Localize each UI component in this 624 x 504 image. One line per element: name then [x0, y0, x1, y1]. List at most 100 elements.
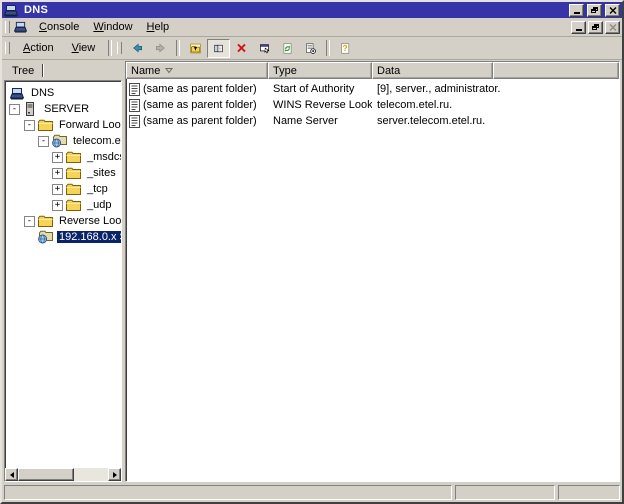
scroll-right-button[interactable]	[108, 468, 121, 481]
toolbar-separator	[176, 40, 180, 56]
show-hide-console-tree-button[interactable]	[207, 39, 230, 58]
tree-item-label: _tcp	[85, 183, 110, 195]
record-name: (same as parent folder)	[143, 83, 257, 95]
tree-item-udp[interactable]: + _udp	[5, 197, 121, 213]
delete-icon	[236, 41, 247, 55]
delete-button[interactable]	[230, 39, 253, 58]
refresh-button[interactable]	[276, 39, 299, 58]
back-icon	[132, 40, 143, 56]
sort-indicator-icon	[165, 67, 173, 74]
scroll-left-button[interactable]	[5, 468, 18, 481]
svg-text:?: ?	[343, 44, 348, 53]
folder-icon	[66, 150, 82, 164]
folder-icon	[66, 198, 82, 212]
expand-icon[interactable]: +	[52, 168, 63, 179]
collapse-icon[interactable]: -	[24, 120, 35, 131]
window-title: DNS	[24, 4, 566, 16]
tree-item-telecom-zone[interactable]: - telecom.etel.r	[5, 133, 121, 149]
tree-item-label: _udp	[85, 199, 113, 211]
expand-icon[interactable]: +	[52, 152, 63, 163]
scroll-right-icon	[113, 472, 120, 478]
child-restore-button[interactable]	[588, 21, 603, 34]
status-bar	[2, 482, 622, 502]
tree-item-label: telecom.etel.r	[71, 135, 122, 147]
status-pane-3	[558, 485, 620, 500]
restore-button[interactable]	[587, 4, 602, 17]
tree-view: DNS - SERVER - Forward Lookup Z - teleco…	[4, 80, 122, 482]
toolbar-separator	[108, 40, 112, 56]
column-header-type[interactable]: Type	[268, 62, 372, 79]
help-button[interactable]: ?	[334, 39, 357, 58]
properties-icon	[259, 41, 270, 56]
status-pane-2	[455, 485, 555, 500]
collapse-icon[interactable]: -	[24, 216, 35, 227]
record-type: WINS Reverse Lookup	[268, 99, 372, 111]
expand-icon[interactable]: +	[52, 200, 63, 211]
minimize-icon	[574, 12, 580, 14]
tree-item-reverse-zone-selected[interactable]: 192.168.0.x S	[5, 229, 121, 245]
zone-icon	[38, 230, 54, 244]
tree-item-label: _sites	[85, 167, 118, 179]
child-minimize-button[interactable]	[571, 21, 586, 34]
folder-icon	[66, 182, 82, 196]
expand-icon[interactable]: +	[52, 184, 63, 195]
tree-item-label: SERVER	[42, 103, 91, 115]
show-hide-console-tree-icon	[214, 42, 223, 55]
tree-item-dns-root[interactable]: DNS	[5, 85, 121, 101]
list-header: Name Type Data	[126, 62, 619, 79]
tab-tree[interactable]: Tree	[12, 65, 34, 77]
close-icon	[609, 24, 617, 31]
zone-icon	[52, 134, 68, 148]
export-list-icon	[305, 41, 316, 56]
dns-root-icon	[10, 86, 26, 100]
forward-button[interactable]	[149, 39, 172, 58]
restore-icon	[591, 7, 598, 13]
menubar-grip[interactable]	[5, 21, 10, 33]
tree-item-sites[interactable]: + _sites	[5, 165, 121, 181]
restore-icon	[592, 24, 599, 30]
collapse-icon[interactable]: -	[38, 136, 49, 147]
menu-view[interactable]: View	[63, 40, 105, 56]
forward-icon	[155, 40, 166, 56]
tree-item-reverse-lookup-zones[interactable]: - Reverse Lookup Z	[5, 213, 121, 229]
column-header-data[interactable]: Data	[372, 62, 493, 79]
menu-console[interactable]: Console	[32, 19, 86, 35]
close-button[interactable]	[605, 4, 620, 17]
record-row-soa[interactable]: (same as parent folder) Start of Authori…	[126, 81, 619, 97]
menu-bar: Console Window Help	[2, 18, 622, 37]
tree-item-forward-lookup-zones[interactable]: - Forward Lookup Z	[5, 117, 121, 133]
up-one-level-icon	[190, 41, 201, 56]
tree-item-label: DNS	[29, 87, 56, 99]
tree-horizontal-scrollbar[interactable]	[5, 468, 121, 481]
properties-button[interactable]	[253, 39, 276, 58]
record-row-wins[interactable]: (same as parent folder) WINS Reverse Loo…	[126, 97, 619, 113]
toolbar-grip-2[interactable]	[117, 42, 122, 54]
title-bar[interactable]: DNS	[2, 2, 622, 18]
scrollbar-thumb[interactable]	[18, 468, 74, 481]
tree-item-tcp[interactable]: + _tcp	[5, 181, 121, 197]
tree-item-server[interactable]: - SERVER	[5, 101, 121, 117]
child-close-button[interactable]	[605, 21, 620, 34]
dns-console-window: DNS Console Window Help Action View	[0, 0, 624, 504]
scroll-left-icon	[7, 472, 14, 478]
toolbar-grip[interactable]	[5, 42, 10, 54]
column-header-name[interactable]: Name	[126, 62, 268, 79]
record-row-ns[interactable]: (same as parent folder) Name Server serv…	[126, 113, 619, 129]
toolbar: Action View ?	[2, 37, 622, 60]
menu-window[interactable]: Window	[86, 19, 139, 35]
scrollbar-track[interactable]	[74, 468, 108, 481]
results-list-pane: Name Type Data (same as parent folder) S…	[125, 61, 620, 482]
menu-help[interactable]: Help	[140, 19, 177, 35]
tree-item-msdcs[interactable]: + _msdcs	[5, 149, 121, 165]
back-button[interactable]	[126, 39, 149, 58]
close-icon	[609, 7, 617, 14]
minimize-button[interactable]	[569, 4, 584, 17]
folder-icon	[66, 166, 82, 180]
collapse-icon[interactable]: -	[9, 104, 20, 115]
tab-divider	[42, 64, 43, 77]
menu-action[interactable]: Action	[14, 40, 63, 56]
column-label: Type	[273, 65, 297, 77]
export-list-button[interactable]	[299, 39, 322, 58]
up-one-level-button[interactable]	[184, 39, 207, 58]
list-body: (same as parent folder) Start of Authori…	[126, 79, 619, 481]
